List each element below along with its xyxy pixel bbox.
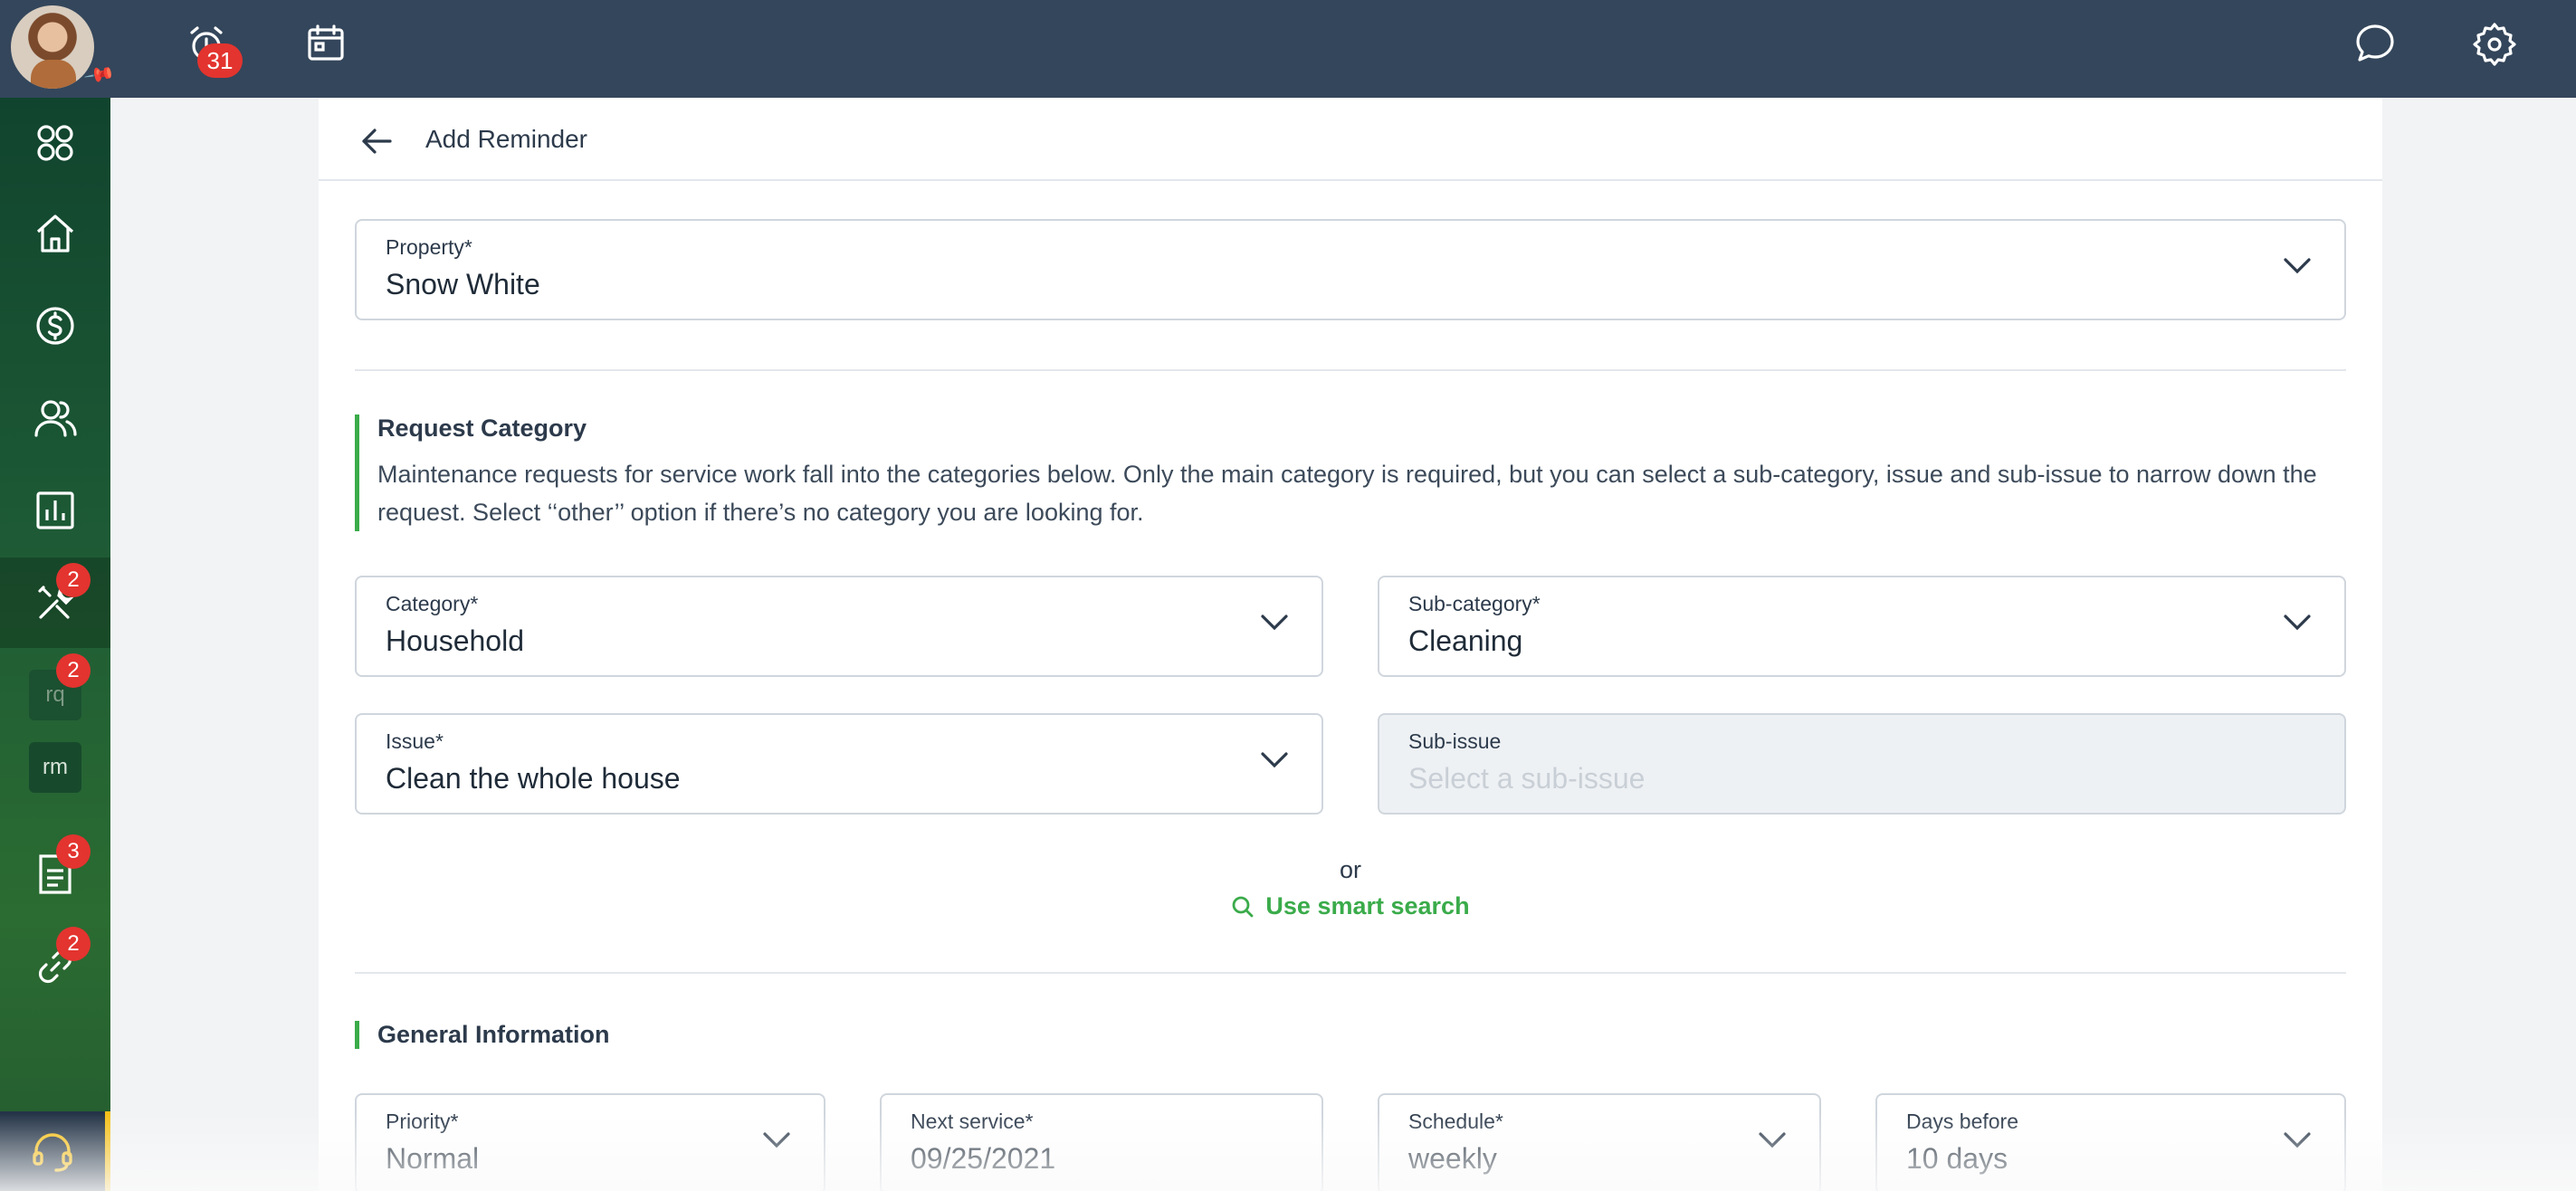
property-value: Snow White xyxy=(386,268,540,300)
priority-label: Priority* xyxy=(386,1110,459,1133)
user-avatar[interactable] xyxy=(11,5,94,89)
days-before-select[interactable]: Days before 10 days xyxy=(1875,1093,2346,1191)
issue-value: Clean the whole house xyxy=(386,762,681,795)
issue-label: Issue* xyxy=(386,729,444,753)
sidebar-item-people[interactable] xyxy=(0,373,110,463)
issue-select[interactable]: Issue* Clean the whole house xyxy=(355,713,1323,815)
back-arrow-icon[interactable] xyxy=(358,123,395,159)
sidebar-item-home[interactable] xyxy=(0,188,110,279)
chart-icon xyxy=(36,491,74,529)
links-count-badge: 2 xyxy=(56,927,91,961)
support-button[interactable] xyxy=(0,1111,110,1191)
documents-count-badge: 3 xyxy=(56,834,91,869)
card-header: Add Reminder xyxy=(319,98,2382,181)
alarm-count-badge: 31 xyxy=(197,43,243,78)
divider xyxy=(355,369,2346,371)
category-value: Household xyxy=(386,624,524,657)
sidebar-item-rm[interactable]: rm xyxy=(0,731,110,804)
chevron-down-icon xyxy=(2284,615,2311,631)
smart-search-label: Use smart search xyxy=(1265,892,1470,919)
search-icon xyxy=(1233,896,1254,917)
category-label: Category* xyxy=(386,592,479,615)
priority-value: Normal xyxy=(386,1142,480,1175)
sub-category-label: Sub-category* xyxy=(1408,592,1541,615)
chevron-down-icon xyxy=(1759,1132,1786,1148)
request-category-title: Request Category xyxy=(377,414,587,442)
request-category-section: Request Category Maintenance requests fo… xyxy=(355,414,2351,531)
calendar-icon[interactable] xyxy=(301,18,351,69)
sidebar-item-finance[interactable] xyxy=(0,281,110,371)
category-select[interactable]: Category* Household xyxy=(355,576,1323,677)
schedule-value: weekly xyxy=(1408,1142,1497,1175)
or-separator: or xyxy=(1339,856,1361,883)
next-service-date-input[interactable]: Next service* 09/25/2021 xyxy=(880,1093,1323,1191)
schedule-select[interactable]: Schedule* weekly xyxy=(1378,1093,1821,1191)
sidebar-item-dashboard[interactable] xyxy=(0,98,110,188)
schedule-label: Schedule* xyxy=(1408,1110,1503,1133)
divider xyxy=(355,972,2346,974)
general-information-section: General Information xyxy=(355,1021,610,1049)
sidebar-item-links[interactable]: 2 xyxy=(0,921,110,1012)
smart-search-link[interactable]: Use smart search xyxy=(319,892,2382,920)
settings-gear-icon[interactable] xyxy=(2469,18,2520,69)
sub-issue-label: Sub-issue xyxy=(1408,729,1502,753)
property-select[interactable]: Property* Snow White xyxy=(355,219,2346,320)
days-before-label: Days before xyxy=(1906,1110,2019,1133)
sub-category-select[interactable]: Sub-category* Cleaning xyxy=(1378,576,2346,677)
chevron-down-icon xyxy=(1261,615,1288,631)
request-category-description: Maintenance requests for service work fa… xyxy=(377,461,2317,526)
days-before-value: 10 days xyxy=(1906,1142,2008,1175)
dollar-icon xyxy=(36,307,74,345)
general-information-title: General Information xyxy=(377,1021,610,1048)
headset-icon xyxy=(33,1133,72,1172)
priority-select[interactable]: Priority* Normal xyxy=(355,1093,825,1191)
page-title: Add Reminder xyxy=(425,125,587,153)
next-service-label: Next service* xyxy=(911,1110,1034,1133)
sidebar-item-reports[interactable] xyxy=(0,465,110,556)
add-reminder-card: Add Reminder Property* Snow White Reques… xyxy=(319,98,2382,1191)
sidebar-item-maintenance[interactable]: 2 xyxy=(0,557,110,648)
top-bar: 📌 31 xyxy=(0,0,2576,98)
sub-category-value: Cleaning xyxy=(1408,624,1523,657)
sidebar-item-documents[interactable]: 3 xyxy=(0,829,110,919)
chevron-down-icon xyxy=(2284,258,2311,274)
sidebar: 2 rq 2 rm 3 2 xyxy=(0,98,110,1191)
chat-icon[interactable] xyxy=(2350,18,2400,69)
grid-icon xyxy=(37,125,73,161)
property-label: Property* xyxy=(386,235,472,259)
chevron-down-icon xyxy=(763,1132,790,1148)
sidebar-item-rq[interactable]: rq 2 xyxy=(0,653,110,731)
rq-count-badge: 2 xyxy=(56,653,91,688)
chevron-down-icon xyxy=(1261,752,1288,768)
sub-issue-placeholder: Select a sub-issue xyxy=(1408,762,1646,795)
people-icon xyxy=(34,400,77,437)
maintenance-count-badge: 2 xyxy=(56,563,91,597)
sub-issue-select[interactable]: Sub-issue Select a sub-issue xyxy=(1378,713,2346,815)
home-icon xyxy=(36,214,74,252)
rm-tile: rm xyxy=(29,742,81,793)
chevron-down-icon xyxy=(2284,1132,2311,1148)
next-service-value: 09/25/2021 xyxy=(911,1142,1056,1175)
